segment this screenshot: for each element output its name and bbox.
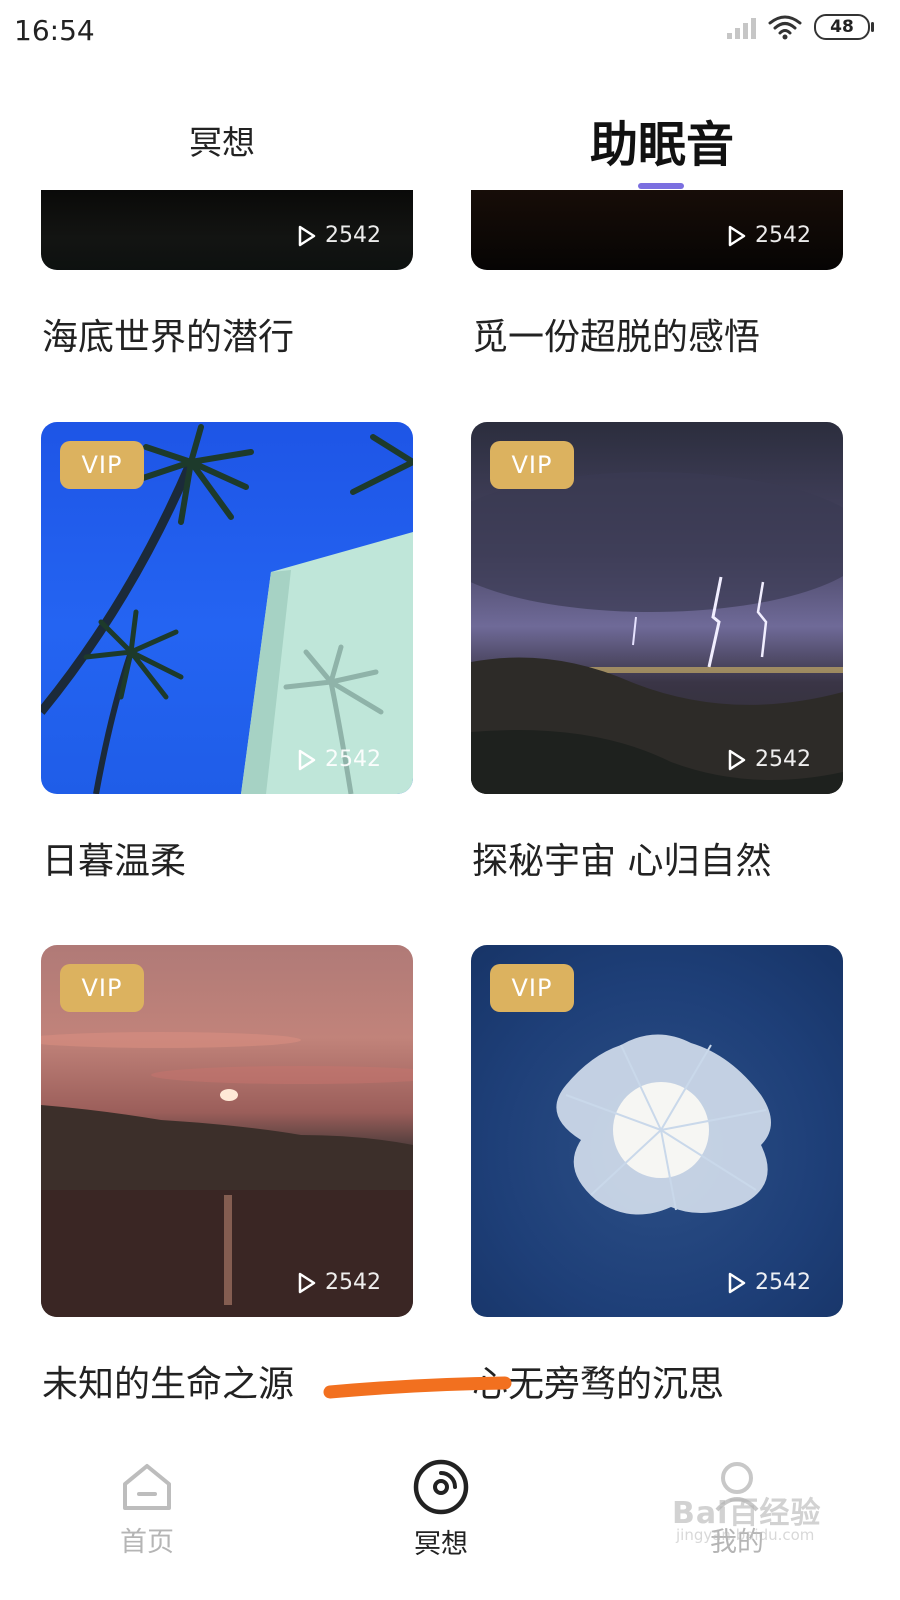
card-thumbnail[interactable]: VIP 2542 [471, 422, 843, 794]
play-count: 2542 [727, 747, 811, 772]
watermark-url: jingyan.baidu.com [676, 1526, 815, 1544]
battery-indicator: 48 [814, 14, 874, 40]
active-tab-indicator [638, 183, 684, 189]
play-count-value: 2542 [325, 1270, 381, 1295]
play-count: 2542 [297, 747, 381, 772]
sound-card[interactable]: VIP 2542 [41, 945, 413, 1317]
play-icon [728, 749, 746, 770]
status-time: 16:54 [14, 14, 95, 47]
play-icon [728, 1272, 746, 1293]
play-count: 2542 [727, 1270, 811, 1295]
wifi-icon [768, 15, 802, 40]
status-bar: 16:54 48 [0, 0, 900, 62]
play-count: 2542 [297, 1270, 381, 1295]
nav-home[interactable]: 首页 [87, 1458, 207, 1559]
sound-card[interactable]: VIP 2542 [41, 422, 413, 794]
play-count-value: 2542 [755, 223, 811, 248]
status-icons: 48 [727, 14, 874, 40]
vip-badge: VIP [490, 441, 574, 489]
card-title[interactable]: 日暮温柔 [42, 832, 186, 884]
tab-meditation[interactable]: 冥想 [189, 116, 255, 164]
card-thumbnail[interactable]: VIP 2542 [471, 945, 843, 1317]
card-title[interactable]: 探秘宇宙 心归自然 [472, 832, 771, 884]
sound-card[interactable]: 2542 [41, 190, 413, 270]
play-icon [298, 749, 316, 770]
sound-card[interactable]: VIP 2542 [471, 945, 843, 1317]
card-thumbnail[interactable]: 2542 [471, 190, 843, 270]
signal-icon [727, 15, 756, 39]
play-icon [728, 225, 746, 246]
card-title[interactable]: 心无旁骛的沉思 [472, 1355, 724, 1407]
card-title[interactable]: 未知的生命之源 [42, 1355, 294, 1407]
sound-card[interactable]: VIP 2542 [471, 422, 843, 794]
play-count-value: 2542 [755, 1270, 811, 1295]
vip-badge: VIP [60, 964, 144, 1012]
sound-card-grid: 2542 海底世界的潜行 2542 觅一份超脱的感悟 VIP 2542 日暮温柔… [0, 190, 900, 1430]
tab-sleep-sounds[interactable]: 助眠音 [590, 105, 734, 175]
card-thumbnail[interactable]: VIP 2542 [41, 945, 413, 1317]
disc-icon [413, 1459, 469, 1515]
play-icon [298, 1272, 316, 1293]
home-icon [123, 1464, 171, 1510]
nav-home-label: 首页 [120, 1527, 174, 1558]
card-thumbnail[interactable]: 2542 [41, 190, 413, 270]
vip-badge: VIP [490, 964, 574, 1012]
play-count-value: 2542 [325, 223, 381, 248]
play-count: 2542 [297, 223, 381, 248]
sound-card[interactable]: 2542 [471, 190, 843, 270]
nav-meditation[interactable]: 冥想 [381, 1458, 501, 1561]
card-title[interactable]: 海底世界的潜行 [42, 308, 294, 360]
vip-badge: VIP [60, 441, 144, 489]
play-count-value: 2542 [755, 747, 811, 772]
card-title[interactable]: 觅一份超脱的感悟 [472, 308, 760, 360]
card-thumbnail[interactable]: VIP 2542 [41, 422, 413, 794]
play-count-value: 2542 [325, 747, 381, 772]
play-count: 2542 [727, 223, 811, 248]
nav-meditation-label: 冥想 [414, 1529, 468, 1560]
play-icon [298, 225, 316, 246]
